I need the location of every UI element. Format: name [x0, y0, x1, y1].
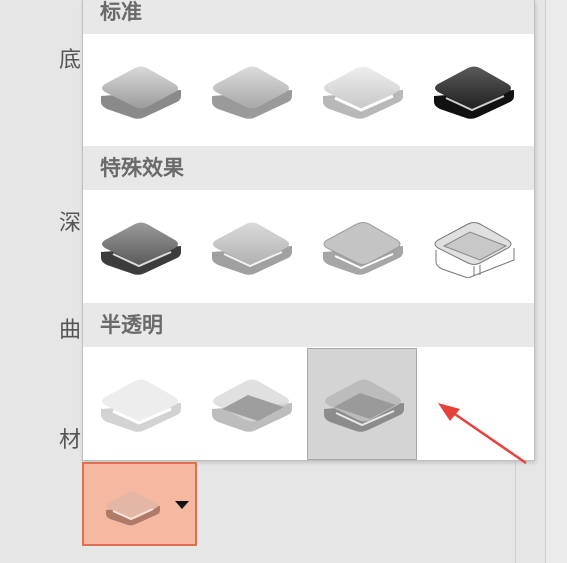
dark-edge-icon: [101, 222, 181, 275]
material-tile-dark-edge[interactable]: [85, 192, 195, 304]
translucent-powder-icon: [324, 379, 404, 432]
annotation-arrow: [438, 403, 527, 465]
material-tile-matte[interactable]: [85, 36, 195, 148]
material-dropdown-button[interactable]: [82, 462, 197, 546]
matte-icon: [101, 66, 181, 119]
side-label-contour: 曲: [59, 318, 82, 343]
section-header-translucent: 半透明: [83, 303, 534, 347]
side-label-base: 底: [59, 48, 82, 73]
material-tile-warm-matte[interactable]: [196, 36, 306, 148]
material-tile-translucent-powder[interactable]: [307, 348, 417, 460]
material-tile-powder[interactable]: [85, 349, 195, 461]
wireframe-icon: [434, 222, 515, 278]
side-label-depth: 深: [59, 211, 82, 236]
soft-edge-icon: [212, 222, 292, 275]
material-tile-clear[interactable]: [196, 349, 306, 461]
material-tile-metal[interactable]: [418, 36, 528, 148]
material-tile-wireframe[interactable]: [418, 192, 528, 304]
material-tile-soft-edge[interactable]: [196, 192, 306, 304]
metal-icon: [434, 66, 514, 119]
panel-scrollbar[interactable]: [545, 0, 567, 563]
caret-down-icon: [175, 501, 189, 509]
flat-icon: [323, 222, 403, 275]
warm-matte-icon: [212, 66, 292, 119]
clear-icon: [212, 379, 292, 432]
material-dropdown-menu: 标准 特殊效果 半透明: [82, 0, 535, 461]
section-header-special-effects: 特殊效果: [83, 146, 534, 190]
plastic-icon: [323, 66, 403, 119]
section-header-standard: 标准: [83, 0, 534, 34]
side-label-material: 材: [59, 428, 82, 453]
powder-icon: [101, 379, 181, 432]
material-tile-flat[interactable]: [307, 192, 417, 304]
material-tile-plastic[interactable]: [307, 36, 417, 148]
material-preview-icon: [106, 492, 160, 526]
